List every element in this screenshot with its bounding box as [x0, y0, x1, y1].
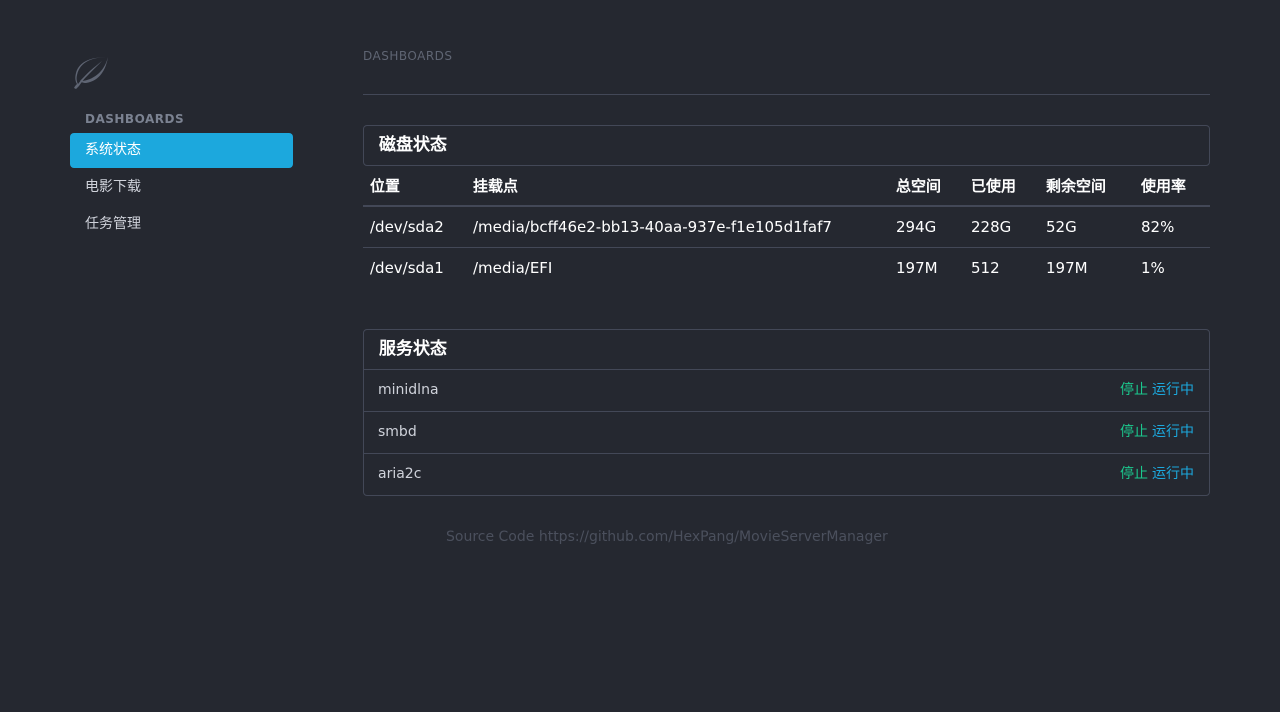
leaf-icon[interactable]	[72, 55, 110, 89]
cell-usage: 1%	[1141, 259, 1165, 277]
service-name: minidlna	[378, 382, 439, 398]
sidebar-nav: 系统状态 电影下载 任务管理	[70, 133, 293, 244]
service-status-panel: 服务状态 minidlna 停止 运行中 smbd 停止 运行中 aria2c 停止…	[363, 329, 1210, 496]
sidebar-heading: DASHBOARDS	[85, 112, 185, 126]
cell-used: 228G	[964, 206, 1039, 248]
table-row: /dev/sda2 /media/bcff46e2-bb13-40aa-937e…	[363, 206, 1210, 248]
cell-location: /dev/sda2	[363, 206, 466, 248]
cell-usage: 82%	[1134, 206, 1210, 248]
running-status-link[interactable]: 运行中	[1152, 466, 1194, 482]
header-divider	[363, 94, 1210, 95]
sidebar-item-movie-download[interactable]: 电影下载	[70, 170, 293, 205]
cell-mount-point: /media/bcff46e2-bb13-40aa-937e-f1e105d1f…	[466, 206, 889, 248]
service-panel-title: 服务状态	[379, 339, 447, 359]
list-item: smbd 停止 运行中	[364, 411, 1209, 453]
cell-total: 197M	[896, 259, 938, 277]
cell-location: /dev/sda1	[370, 259, 444, 277]
cell-mount-point: /media/EFI	[473, 259, 553, 277]
column-header-usage: 使用率	[1134, 165, 1210, 207]
column-header-location: 位置	[363, 165, 466, 207]
footer-source-link[interactable]: Source Code https://github.com/HexPang/M…	[446, 529, 888, 545]
service-name: aria2c	[378, 466, 422, 482]
stop-button[interactable]: 停止	[1120, 382, 1148, 398]
disk-panel-title: 磁盘状态	[379, 135, 447, 155]
cell-total: 294G	[889, 206, 964, 248]
cell-free: 197M	[1046, 259, 1088, 277]
list-item: minidlna 停止 运行中	[364, 369, 1209, 411]
list-item: aria2c 停止 运行中	[364, 453, 1209, 495]
disk-table: 位置 挂载点 总空间 已使用 剩余空间 使用率 /dev/sda2 /media…	[363, 165, 1210, 288]
column-header-free: 剩余空间	[1039, 165, 1134, 207]
column-header-used: 已使用	[964, 165, 1039, 207]
column-header-total: 总空间	[889, 165, 964, 207]
cell-free: 52G	[1039, 206, 1134, 248]
table-header-row: 位置 挂载点 总空间 已使用 剩余空间 使用率	[363, 165, 1210, 207]
disk-status-panel: 磁盘状态	[363, 125, 1210, 166]
sidebar-item-system-status[interactable]: 系统状态	[70, 133, 293, 168]
stop-button[interactable]: 停止	[1120, 466, 1148, 482]
service-name: smbd	[378, 424, 417, 440]
service-actions: 停止 运行中	[1120, 454, 1194, 495]
stop-button[interactable]: 停止	[1120, 424, 1148, 440]
page-header: DASHBOARDS	[363, 49, 453, 63]
running-status-link[interactable]: 运行中	[1152, 424, 1194, 440]
running-status-link[interactable]: 运行中	[1152, 382, 1194, 398]
service-actions: 停止 运行中	[1120, 412, 1194, 453]
table-row: /dev/sda1 /media/EFI 197M 512 197M 1%	[363, 248, 1210, 289]
service-actions: 停止 运行中	[1120, 370, 1194, 411]
cell-used: 512	[971, 259, 1000, 277]
column-header-mount-point: 挂载点	[466, 165, 889, 207]
sidebar-item-task-management[interactable]: 任务管理	[70, 207, 293, 242]
